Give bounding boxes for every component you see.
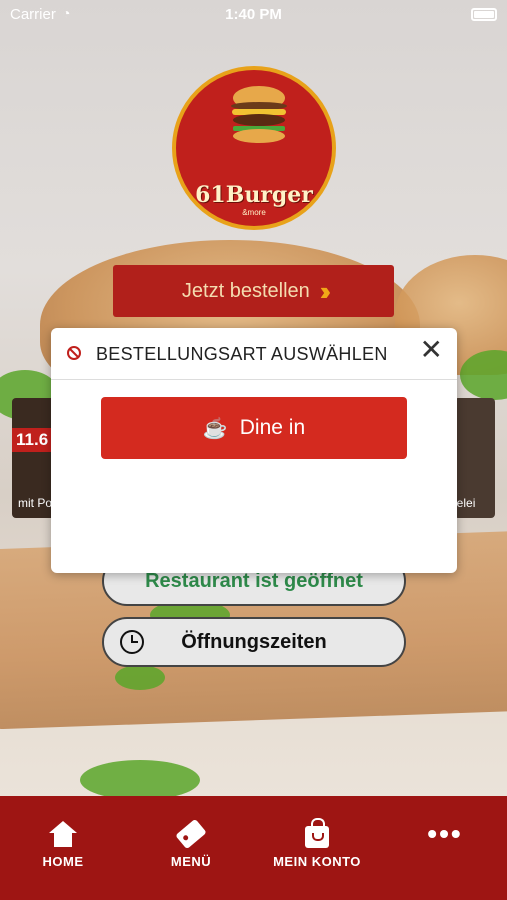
tab-account[interactable]: MEIN KONTO: [262, 818, 372, 869]
tag-icon: [175, 818, 207, 850]
tab-account-label: MEIN KONTO: [273, 854, 361, 869]
double-chevron-icon: ››: [319, 275, 332, 306]
status-bar: Carrier ◔ 1:40 PM: [0, 0, 507, 30]
tab-home[interactable]: HOME: [8, 818, 118, 869]
tab-menu-label: MENÜ: [170, 854, 212, 869]
lettuce-image: [80, 760, 200, 800]
home-icon: [49, 821, 77, 847]
shopping-bag-icon: [305, 818, 329, 848]
order-now-button[interactable]: Jetzt bestellen ››: [113, 265, 394, 317]
order-now-label: Jetzt bestellen: [181, 279, 310, 302]
tab-home-label: HOME: [42, 854, 84, 869]
price-badge: 11.6: [12, 428, 53, 452]
menu-carousel-card[interactable]: gelei: [454, 398, 495, 518]
dine-in-button[interactable]: ☕ Dine in: [101, 397, 407, 459]
battery-icon: [471, 8, 497, 21]
lettuce-image: [115, 665, 165, 690]
tab-more[interactable]: •••: [390, 818, 500, 850]
more-dots-icon: •••: [427, 818, 463, 849]
clock-time: 1:40 PM: [225, 6, 282, 23]
logo-tagline: &more: [242, 208, 266, 217]
dialog-title: BESTELLUNGSART AUSWÄHLEN: [96, 344, 388, 364]
tab-menu[interactable]: MENÜ: [136, 818, 246, 869]
dine-in-label: Dine in: [239, 416, 306, 439]
dialog-header: BESTELLUNGSART AUSWÄHLEN ✕: [51, 328, 457, 380]
opening-hours-button[interactable]: Öffnungszeiten: [102, 617, 406, 667]
close-icon[interactable]: ✕: [420, 336, 443, 364]
logo-name: 61Burger: [195, 182, 313, 208]
restaurant-logo: 61Burger &more: [172, 66, 336, 230]
order-type-icon: [67, 346, 81, 360]
opening-hours-label: Öffnungszeiten: [181, 630, 327, 653]
clock-icon: [120, 630, 144, 654]
card-caption: gelei: [454, 496, 476, 510]
bottom-tab-bar: HOME MENÜ MEIN KONTO •••: [0, 796, 507, 900]
card-caption: mit Po: [18, 496, 53, 510]
burger-icon: [231, 86, 287, 143]
food-tray-icon: ☕: [202, 417, 228, 440]
order-type-dialog: BESTELLUNGSART AUSWÄHLEN ✕ ☕ Dine in: [51, 328, 457, 573]
